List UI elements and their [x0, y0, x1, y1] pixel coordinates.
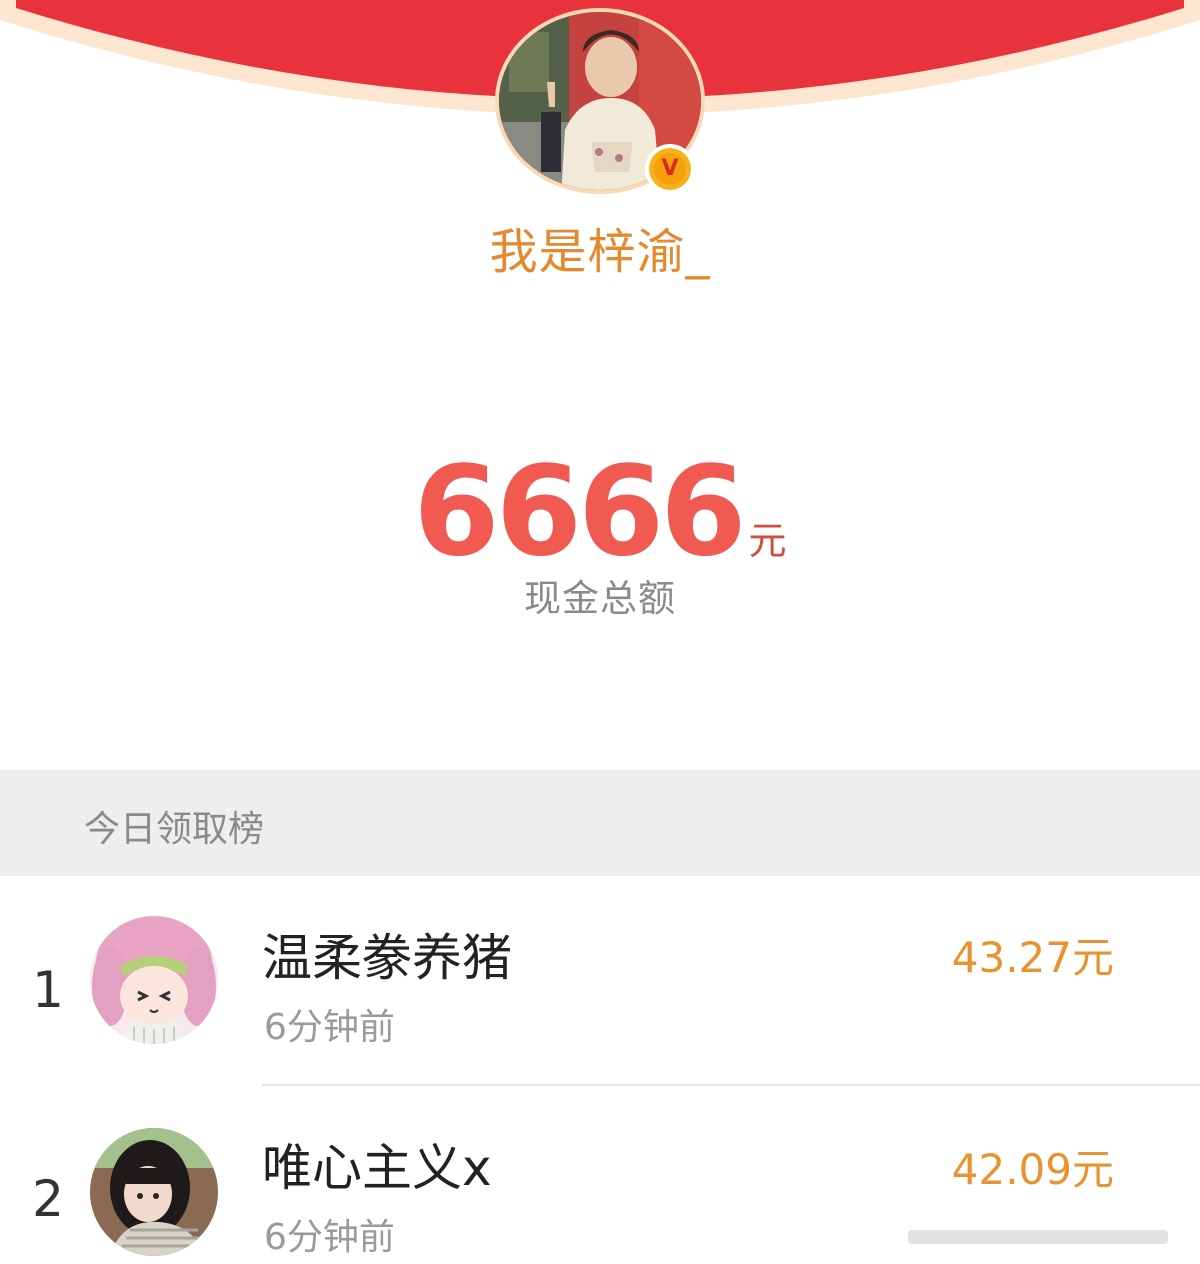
claim-amount: 42.09元	[951, 1145, 1114, 1194]
claim-time: 6分钟前	[264, 1007, 395, 1048]
profile-avatar[interactable]: V	[495, 8, 705, 194]
leaderboard-row[interactable]: 1 温柔豢养猪 6分钟前 43.27元	[0, 876, 1200, 1086]
user-avatar[interactable]	[90, 916, 218, 1044]
rank-number: 1	[32, 961, 64, 1019]
amount-unit: 元	[748, 519, 787, 563]
user-avatar[interactable]	[90, 1128, 218, 1256]
watermark	[908, 1224, 1188, 1250]
amount-label: 现金总额	[524, 577, 676, 620]
user-name[interactable]: 温柔豢养猪	[262, 918, 512, 990]
leaderboard-header: 今日领取榜	[0, 770, 1200, 876]
red-packet-page: V 我是梓渝_ 6666 元 现金总额 今日领取榜 1 温柔豢养猪 6分钟前 4…	[0, 0, 1200, 1264]
verified-v-icon: V	[645, 144, 695, 194]
rank-number: 2	[32, 1170, 64, 1228]
balance-amount: 6666 元	[0, 440, 1200, 584]
amount-value: 6666	[413, 440, 746, 584]
username[interactable]: 我是梓渝_	[0, 212, 1200, 282]
claim-time: 6分钟前	[264, 1217, 395, 1258]
user-name[interactable]: 唯心主义x	[262, 1128, 492, 1200]
claim-amount: 43.27元	[951, 933, 1114, 982]
leaderboard-title: 今日领取榜	[84, 809, 265, 850]
